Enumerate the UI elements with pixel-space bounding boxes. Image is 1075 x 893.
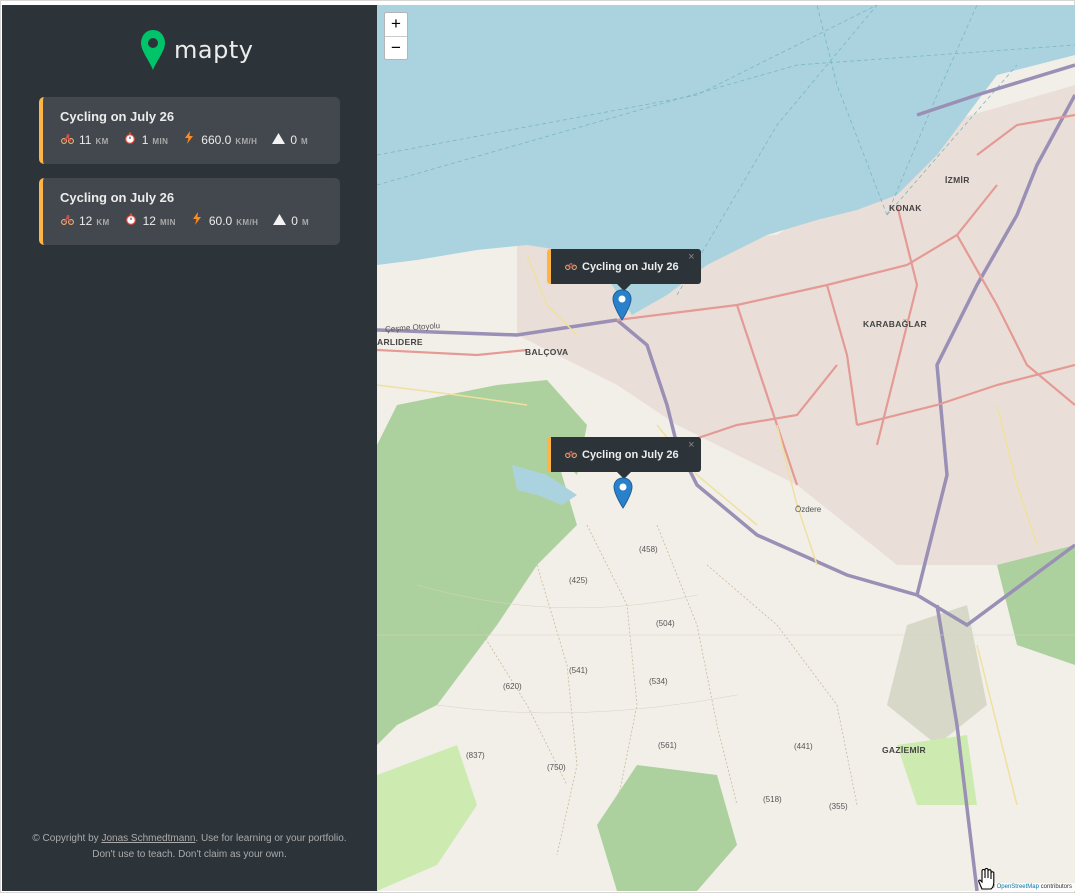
duration-value: 1	[141, 133, 149, 147]
elevation-detail: 0 m	[272, 214, 309, 228]
map-label-peak: (355)	[829, 802, 848, 811]
stopwatch-icon	[124, 213, 138, 225]
elevation-unit: m	[301, 218, 310, 227]
workout-details: 12 km 12 min 60.0	[60, 212, 340, 228]
speed-unit: km/h	[236, 218, 259, 227]
workout-details: 11 km 1 min 660.0	[60, 131, 340, 147]
mountain-icon	[271, 133, 285, 144]
popup-close-button[interactable]: ×	[688, 251, 694, 263]
duration-unit: min	[152, 137, 169, 146]
duration-detail: 12 min	[124, 213, 176, 228]
duration-detail: 1 min	[123, 132, 169, 147]
map[interactable]: İZMİR KONAK KARABAĞLAR BALÇOVA ARLIDERE …	[377, 5, 1075, 891]
map-label-narlidere: ARLIDERE	[377, 337, 423, 347]
map-label-karabaglar: KARABAĞLAR	[863, 319, 927, 329]
map-label-gaziemir: GAZİEMİR	[882, 745, 926, 755]
app-name: mapty	[174, 36, 254, 64]
copyright-prefix: © Copyright by	[32, 833, 102, 844]
popup-label: Cycling on July 26	[582, 260, 679, 273]
map-marker-icon[interactable]	[612, 289, 632, 321]
distance-unit: km	[96, 218, 110, 227]
map-marker-icon[interactable]	[613, 477, 633, 509]
distance-detail: 12 km	[60, 214, 110, 228]
workout-item[interactable]: Cycling on July 26 11 km 1 m	[39, 97, 340, 164]
map-label-peak: (561)	[658, 741, 677, 750]
app-window: mapty Cycling on July 26 11 km	[0, 0, 1075, 893]
map-label-peak: (504)	[656, 619, 675, 628]
map-label-balcova: BALÇOVA	[525, 347, 569, 357]
distance-value: 12	[79, 214, 93, 228]
elevation-value: 0	[291, 214, 298, 228]
workout-popup[interactable]: Cycling on July 26 ×	[547, 249, 701, 291]
map-label-peak: (441)	[794, 742, 813, 751]
cycling-icon	[565, 260, 577, 273]
cycling-icon	[565, 448, 577, 461]
workout-item[interactable]: Cycling on July 26 12 km 12	[39, 178, 340, 245]
hand-cursor-icon	[974, 867, 998, 893]
speed-value: 660.0	[201, 133, 232, 147]
map-label-peak: (750)	[547, 763, 566, 772]
elevation-unit: m	[301, 137, 309, 146]
lightning-icon	[190, 212, 204, 225]
zoom-in-button[interactable]: +	[385, 13, 407, 36]
map-label-ozdere: Özdere	[795, 505, 822, 514]
map-label-peak: (620)	[503, 682, 522, 691]
cycling-icon	[60, 133, 74, 144]
copyright-notice: © Copyright by Jonas Schmedtmann. Use fo…	[32, 831, 347, 863]
zoom-control: + −	[384, 12, 408, 60]
distance-value: 11	[79, 133, 92, 147]
author-link[interactable]: Jonas Schmedtmann	[101, 833, 195, 844]
popup-label: Cycling on July 26	[582, 448, 679, 461]
zoom-out-button[interactable]: −	[385, 36, 407, 59]
speed-value: 60.0	[208, 214, 233, 228]
distance-unit: km	[95, 137, 109, 146]
elevation-detail: 0 m	[271, 133, 308, 147]
workout-title: Cycling on July 26	[60, 190, 175, 205]
map-attribution: © OpenStreetMap contributors	[987, 883, 1075, 891]
speed-detail: 660.0 km/h	[182, 131, 257, 147]
map-label-peak: (534)	[649, 677, 668, 686]
map-label-konak: KONAK	[889, 203, 922, 213]
map-label-izmir: İZMİR	[945, 175, 970, 185]
logo: mapty	[140, 29, 253, 71]
workout-popup[interactable]: Cycling on July 26 ×	[547, 437, 701, 479]
mountain-icon	[272, 214, 286, 225]
distance-detail: 11 km	[60, 133, 109, 147]
duration-unit: min	[159, 218, 176, 227]
map-label-peak: (837)	[466, 751, 485, 760]
cycling-icon	[60, 214, 74, 225]
speed-unit: km/h	[235, 137, 258, 146]
map-label-peak: (458)	[639, 545, 658, 554]
speed-detail: 60.0 km/h	[190, 212, 258, 228]
map-label-peak: (518)	[763, 795, 782, 804]
elevation-value: 0	[290, 133, 298, 147]
attribution-suffix: contributors	[1038, 884, 1072, 890]
sidebar: mapty Cycling on July 26 11 km	[2, 5, 377, 891]
osm-link[interactable]: OpenStreetMap	[997, 884, 1039, 890]
lightning-icon	[182, 131, 196, 144]
popup-close-button[interactable]: ×	[688, 439, 694, 451]
map-label-peak: (425)	[569, 576, 588, 585]
stopwatch-icon	[123, 132, 137, 144]
map-label-peak: (541)	[569, 666, 588, 675]
map-pin-logo-icon	[141, 30, 165, 70]
workout-list: Cycling on July 26 11 km 1 m	[39, 97, 340, 259]
workout-title: Cycling on July 26	[60, 109, 175, 124]
duration-value: 12	[142, 214, 156, 228]
